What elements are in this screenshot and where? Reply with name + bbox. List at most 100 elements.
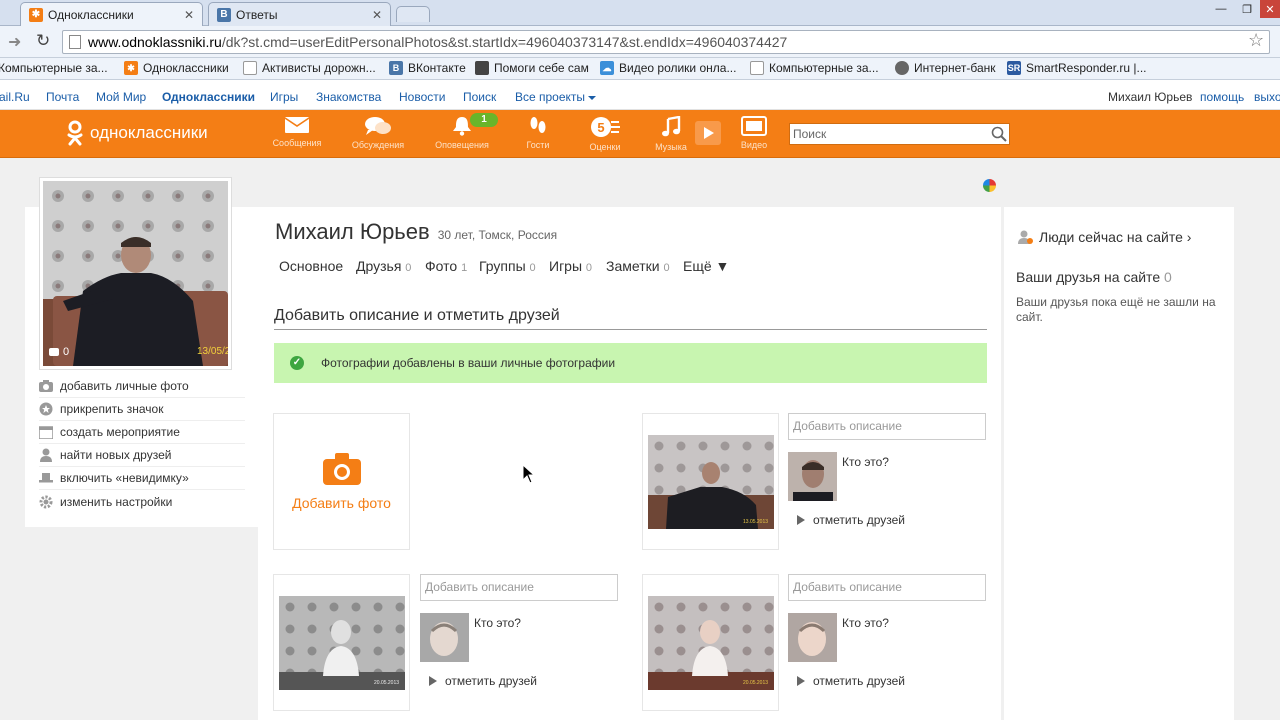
chevron-down-icon [588, 96, 596, 100]
tab-photos[interactable]: Фото 1 [425, 258, 467, 274]
close-tab-icon[interactable]: ✕ [184, 8, 194, 22]
people-online-link[interactable]: Люди сейчас на сайте › [1018, 229, 1191, 245]
page-icon [243, 61, 257, 75]
person-icon [39, 448, 53, 462]
bookmark-item[interactable]: SR SmartResponder.ru |... [1007, 61, 1147, 75]
photo-card: 13.05.2013 [642, 413, 779, 550]
portal-link-games[interactable]: Игры [270, 90, 298, 104]
photo-thumbnail[interactable]: 13.05.2013 [648, 435, 774, 529]
bookmark-item[interactable]: ☁ Видео ролики онла... [600, 61, 736, 75]
profile-name[interactable]: Михаил Юрьев [275, 219, 430, 245]
bookmark-item[interactable]: Компьютерные за... [0, 61, 108, 75]
forward-icon[interactable]: ➜ [8, 32, 21, 52]
face-thumbnail[interactable] [788, 613, 837, 662]
portal-link-odnoklassniki[interactable]: Одноклассники [162, 90, 255, 104]
browser-tab-otvety[interactable]: В Ответы ✕ [208, 2, 391, 26]
photo-card: 20.05.2013 [273, 574, 410, 711]
portal-link-news[interactable]: Новости [399, 90, 445, 104]
close-tab-icon[interactable]: ✕ [372, 8, 382, 22]
sidebar-item-invisible[interactable]: включить «невидимку» [39, 467, 245, 490]
movie-icon [475, 61, 489, 75]
description-input[interactable]: Добавить описание [788, 413, 986, 440]
portal-exit-link[interactable]: выхо [1254, 90, 1280, 104]
tab-notes[interactable]: Заметки 0 [606, 258, 670, 274]
portal-link-mail[interactable]: Почта [46, 90, 79, 104]
play-button-icon[interactable] [695, 121, 721, 145]
status-indicator-icon [983, 179, 996, 192]
bookmark-item[interactable]: ✱ Одноклассники [124, 61, 229, 75]
search-input[interactable]: Поиск [789, 123, 1010, 145]
tab-title: Одноклассники [48, 7, 134, 22]
bookmark-item[interactable]: Компьютерные за... [750, 61, 879, 75]
bookmark-item[interactable]: В ВКонтакте [389, 61, 466, 75]
success-notice: ✓ Фотографии добавлены в ваши личные фот… [274, 343, 987, 383]
portal-link-mymir[interactable]: Мой Мир [96, 90, 146, 104]
portal-link-all-projects[interactable]: Все проекты [515, 90, 585, 104]
who-is-this-label[interactable]: Кто это? [474, 616, 521, 630]
avatar-photo[interactable]: 0 13/05/2 [43, 181, 228, 366]
ok-favicon: ✱ [29, 7, 43, 22]
tag-pointer-icon [797, 676, 805, 686]
bookmark-item[interactable]: Активисты дорожн... [243, 61, 376, 75]
tab-groups[interactable]: Группы 0 [479, 258, 536, 274]
envelope-icon [284, 117, 310, 133]
tag-friends-link[interactable]: отметить друзей [792, 674, 905, 688]
bookmark-star-icon[interactable]: ☆ [1248, 30, 1264, 51]
tag-friends-link[interactable]: отметить друзей [424, 674, 537, 688]
tag-friends-link[interactable]: отметить друзей [792, 513, 905, 527]
toolbar-messages[interactable]: Сообщения [262, 116, 332, 148]
browser-tab-strip: ✱ Одноклассники ✕ В Ответы ✕ — ❐ ✕ [0, 0, 1280, 26]
vk-favicon: В [389, 61, 403, 75]
description-input[interactable]: Добавить описание [788, 574, 986, 601]
description-input[interactable]: Добавить описание [420, 574, 618, 601]
browser-toolbar: ➜ ↻ www.odnoklassniki.ru/dk?st.cmd=userE… [0, 26, 1280, 58]
portal-link-mailru[interactable]: ail.Ru [0, 90, 30, 104]
friends-online-note: Ваши друзья пока ещё не зашли на сайт. [1016, 295, 1216, 324]
photo-thumbnail[interactable]: 20.05.2013 [648, 596, 774, 690]
toolbar-guests[interactable]: Гости [503, 116, 573, 150]
sidebar-item-settings[interactable]: изменить настройки [39, 490, 245, 513]
portal-link-dating[interactable]: Знакомства [316, 90, 381, 104]
portal-link-search[interactable]: Поиск [463, 90, 496, 104]
sidebar-item-attach-badge[interactable]: прикрепить значок [39, 398, 245, 421]
tab-main[interactable]: Основное [279, 258, 343, 274]
tab-games[interactable]: Игры 0 [549, 258, 592, 274]
who-is-this-label[interactable]: Кто это? [842, 616, 889, 630]
profile-meta: 30 лет, Томск, Россия [437, 228, 558, 242]
maximize-icon[interactable]: ❐ [1234, 0, 1260, 18]
avatar[interactable]: 0 13/05/2 [39, 177, 232, 370]
toolbar-video[interactable]: Видео [719, 116, 789, 150]
face-thumbnail[interactable] [420, 613, 469, 662]
photo-thumbnail[interactable]: 20.05.2013 [279, 596, 405, 690]
portal-username[interactable]: Михаил Юрьев [1108, 90, 1192, 104]
face-thumbnail[interactable] [788, 452, 837, 501]
ok-logo-icon [67, 120, 83, 146]
ok-logo-text: одноклассники [90, 123, 208, 142]
bookmark-item[interactable]: Интернет-банк [895, 61, 996, 75]
section-divider [274, 329, 987, 330]
toolbar-ratings[interactable]: 5 Оценки [570, 116, 640, 152]
close-window-icon[interactable]: ✕ [1260, 0, 1280, 18]
mouse-cursor-icon [522, 464, 536, 484]
tab-title: Ответы [236, 7, 278, 22]
check-circle-icon: ✓ [290, 356, 304, 370]
who-is-this-label[interactable]: Кто это? [842, 455, 889, 469]
sidebar-item-add-photo[interactable]: добавить личные фото [39, 375, 245, 398]
address-bar[interactable]: www.odnoklassniki.ru/dk?st.cmd=userEditP… [62, 30, 1270, 54]
reload-icon[interactable]: ↻ [36, 31, 50, 51]
avatar-comment-count[interactable]: 0 [49, 346, 69, 358]
cloud-icon: ☁ [600, 61, 614, 75]
portal-help-link[interactable]: помощь [1200, 90, 1244, 104]
sidebar-item-find-friends[interactable]: найти новых друзей [39, 444, 245, 467]
new-tab-button[interactable] [396, 6, 430, 22]
minimize-icon[interactable]: — [1208, 0, 1234, 18]
tab-more[interactable]: Ещё ▼ [683, 258, 729, 274]
tab-friends[interactable]: Друзья 0 [356, 258, 411, 274]
sidebar-item-create-event[interactable]: создать мероприятие [39, 421, 245, 444]
add-photo-card[interactable]: Добавить фото [273, 413, 410, 550]
browser-tab-odnoklassniki[interactable]: ✱ Одноклассники ✕ [20, 2, 203, 26]
ok-logo[interactable]: одноклассники [66, 120, 208, 146]
toolbar-discussions[interactable]: Обсуждения [343, 116, 413, 150]
bookmark-item[interactable]: Помоги себе сам [475, 61, 589, 75]
search-icon[interactable] [991, 126, 1007, 142]
